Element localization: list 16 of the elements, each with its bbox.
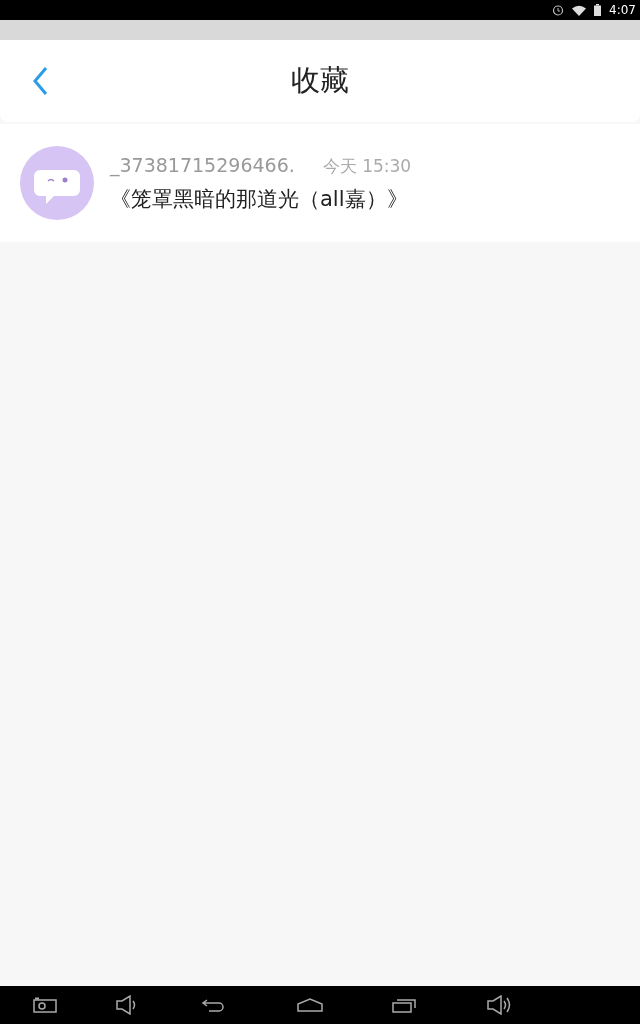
home-icon[interactable] — [297, 998, 323, 1012]
post-time: 今天 15:30 — [322, 155, 412, 178]
page-title: 收藏 — [291, 62, 349, 100]
camera-icon[interactable] — [33, 997, 57, 1013]
favorite-item[interactable]: _37381715296466. 今天 15:30 《笼罩黑暗的那道光（all嘉）》 — [0, 124, 640, 242]
chat-bubble-avatar-icon — [20, 146, 94, 220]
wifi-icon — [572, 4, 587, 16]
alarm-icon — [552, 4, 565, 16]
volume-up-icon[interactable] — [486, 995, 512, 1015]
battery-icon — [594, 4, 602, 16]
author-name: _37381715296466. — [110, 153, 295, 179]
back-icon — [32, 66, 48, 96]
recent-apps-icon[interactable] — [392, 997, 416, 1013]
back-nav-icon[interactable] — [201, 998, 225, 1012]
status-time: 4:07 — [609, 2, 636, 19]
story-title: 《笼罩黑暗的那道光（all嘉）》 — [110, 185, 409, 213]
